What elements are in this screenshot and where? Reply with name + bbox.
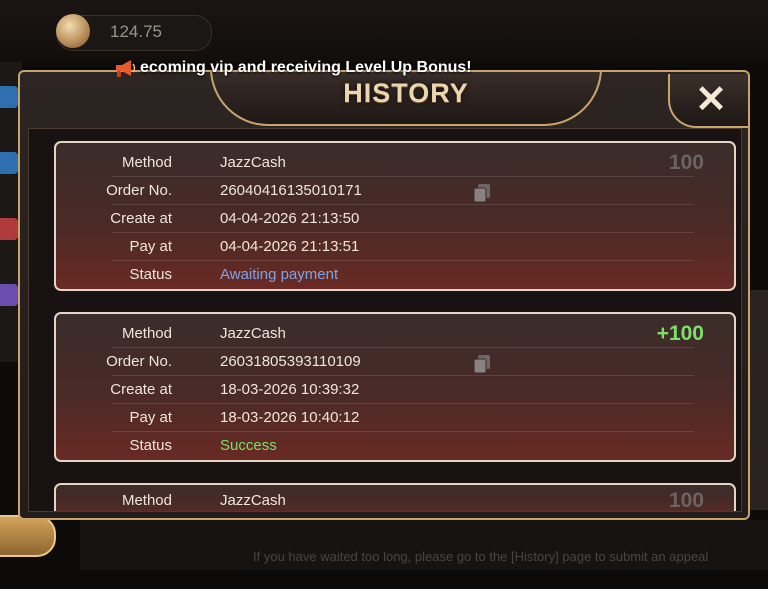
value-create-at: 18-03-2026 10:39:32 <box>220 381 360 398</box>
copy-icon[interactable] <box>473 183 491 203</box>
label-create-at: Create at <box>110 381 172 398</box>
history-card: +100 Method JazzCash Order No. 260318053… <box>54 312 736 462</box>
row-create-at: Create at 18-03-2026 10:39:32 <box>56 376 734 404</box>
side-tag <box>0 284 18 306</box>
value-method: JazzCash <box>220 154 286 171</box>
history-list[interactable]: 100 Method JazzCash Order No. 2604041613… <box>28 128 742 512</box>
background-right-panel <box>748 290 768 510</box>
side-tag <box>0 86 18 108</box>
row-order-no: Order No. 26031805393110109 <box>56 348 734 376</box>
row-method: Method JazzCash <box>56 149 734 177</box>
value-order-no: 26031805393110109 <box>220 353 361 370</box>
row-create-at: Create at 04-04-2026 21:13:50 <box>56 205 734 233</box>
copy-icon[interactable] <box>473 354 491 374</box>
label-create-at: Create at <box>110 210 172 227</box>
row-method: Method JazzCash <box>56 487 734 511</box>
label-status: Status <box>129 266 172 283</box>
row-pay-at: Pay at 18-03-2026 10:40:12 <box>56 404 734 432</box>
label-order-no: Order No. <box>106 353 172 370</box>
side-tag <box>0 152 18 174</box>
label-pay-at: Pay at <box>129 409 172 426</box>
label-method: Method <box>121 492 172 509</box>
status-value-awaiting: Awaiting payment <box>220 266 339 283</box>
history-modal: HISTORY ✕ 100 Method JazzCash Order No. … <box>18 70 750 520</box>
row-pay-at: Pay at 04-04-2026 21:13:51 <box>56 233 734 261</box>
label-order-no: Order No. <box>106 182 172 199</box>
value-method: JazzCash <box>220 325 286 342</box>
row-order-no: Order No. 26040416135010171 <box>56 177 734 205</box>
balance-value: 124.75 <box>110 22 162 41</box>
label-status: Status <box>129 437 172 454</box>
row-method: Method JazzCash <box>56 320 734 348</box>
value-order-no: 26040416135010171 <box>220 182 362 199</box>
megaphone-icon <box>116 60 136 77</box>
background-bottom-button[interactable] <box>0 515 56 557</box>
status-value-success: Success <box>220 437 277 454</box>
marquee-text: ecoming vip and receiving Level Up Bonus… <box>140 59 472 76</box>
history-card: 100 Method JazzCash <box>54 483 736 511</box>
coin-icon <box>56 14 90 48</box>
label-method: Method <box>121 154 172 171</box>
row-status: Status Awaiting payment <box>56 261 734 289</box>
modal-title: HISTORY <box>343 78 469 108</box>
history-card: 100 Method JazzCash Order No. 2604041613… <box>54 141 736 291</box>
marquee-notice: ecoming vip and receiving Level Up Bonus… <box>114 58 472 78</box>
close-icon: ✕ <box>695 79 727 121</box>
value-pay-at: 18-03-2026 10:40:12 <box>220 409 360 426</box>
close-button[interactable]: ✕ <box>668 74 748 128</box>
label-pay-at: Pay at <box>129 238 172 255</box>
row-status: Status Success <box>56 432 734 460</box>
value-pay-at: 04-04-2026 21:13:51 <box>220 238 360 255</box>
value-create-at: 04-04-2026 21:13:50 <box>220 210 360 227</box>
side-tag <box>0 218 18 240</box>
title-plate: HISTORY <box>210 72 602 126</box>
label-method: Method <box>121 325 172 342</box>
value-method: JazzCash <box>220 492 286 509</box>
appeal-hint-text: If you have waited too long, please go t… <box>253 549 709 564</box>
